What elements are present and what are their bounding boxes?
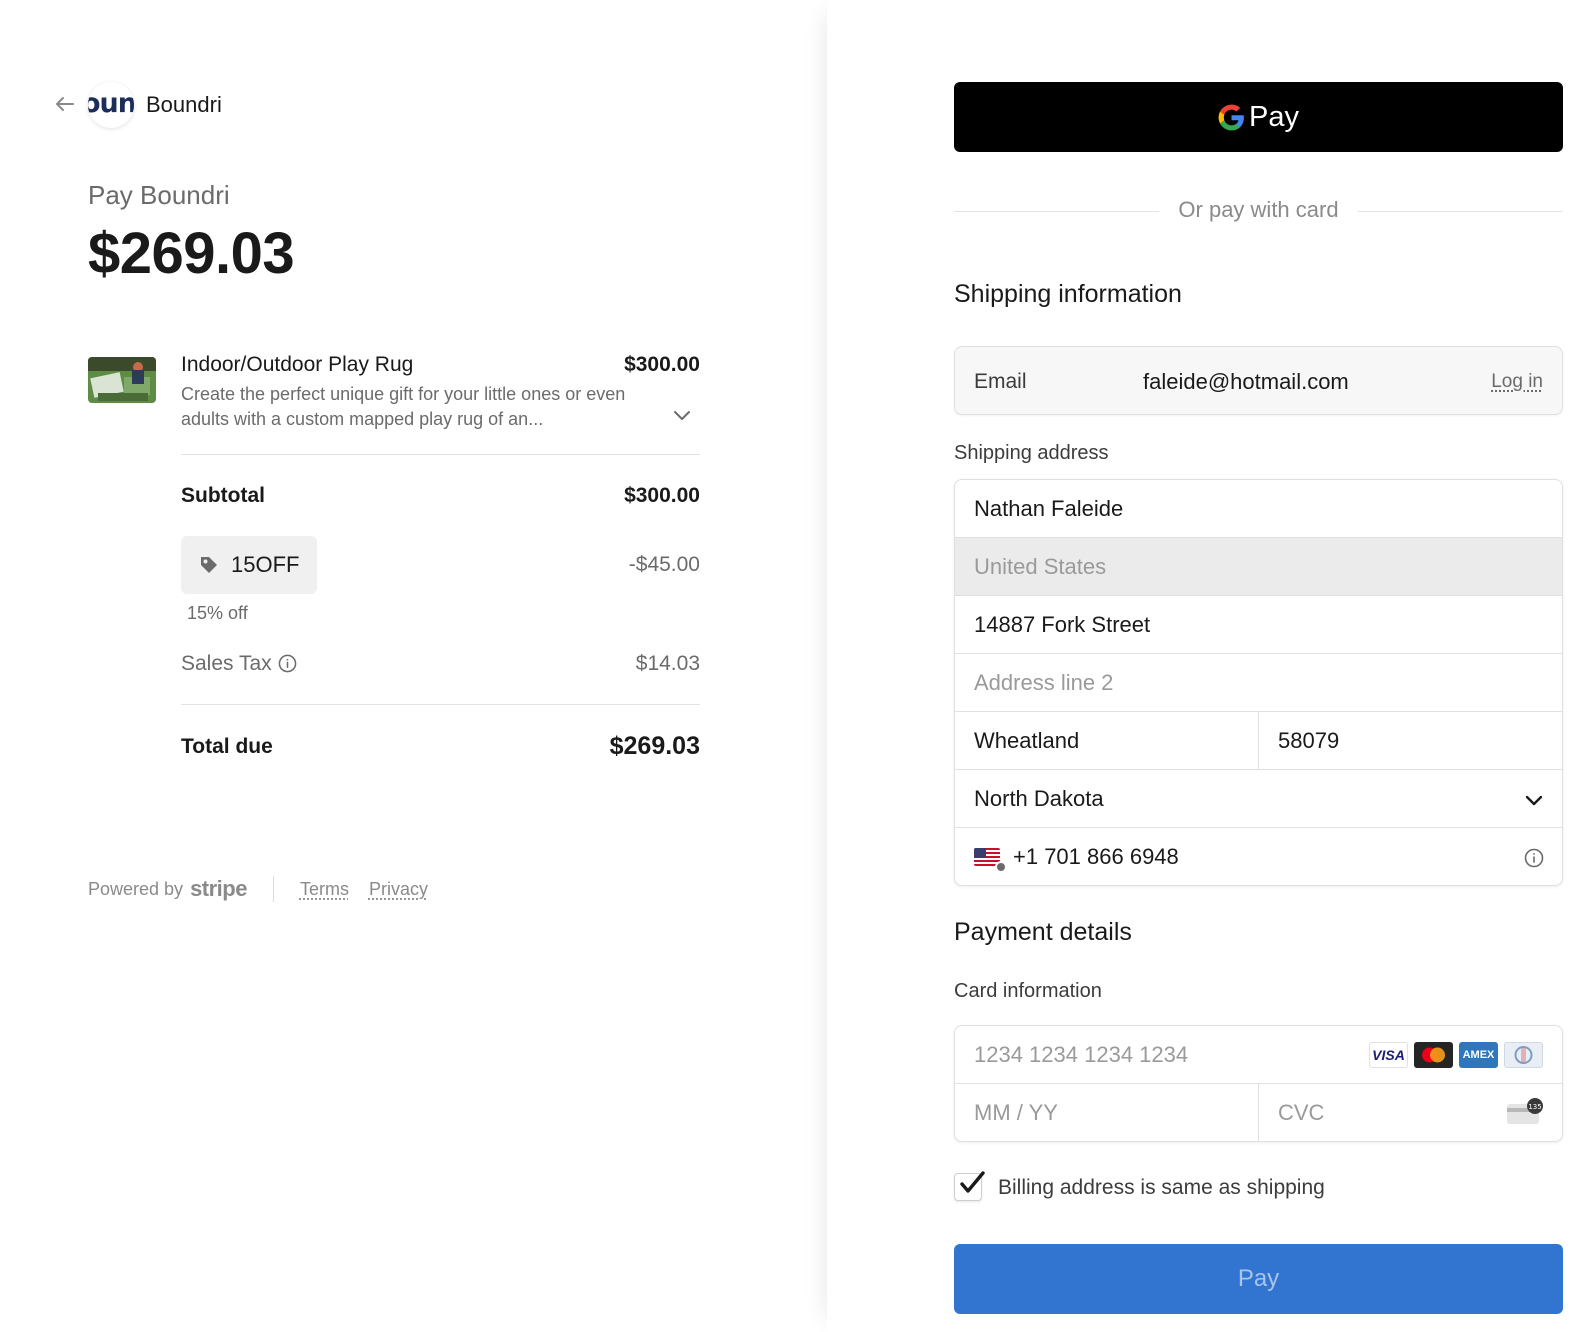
city-zip-row: Wheatland 58079 [955, 712, 1562, 770]
card-brand-logos: VISA AMEX [1369, 1042, 1543, 1068]
chevron-down-icon[interactable] [672, 405, 692, 425]
state-value: North Dakota [974, 786, 1104, 811]
product-price: $300.00 [624, 353, 700, 376]
order-summary-pane: oun Boundri Pay Boundri $269.03 Indoor/O… [0, 0, 827, 1332]
shipping-address-label: Shipping address [954, 442, 1109, 464]
google-g-icon [1218, 104, 1244, 130]
divider [181, 704, 700, 705]
stripe-logo[interactable]: stripe [190, 876, 247, 902]
or-divider: Or pay with card [954, 196, 1563, 226]
checkmark-icon [960, 1171, 985, 1193]
google-pay-button[interactable]: Pay [954, 82, 1563, 152]
divider [181, 454, 700, 455]
chevron-down-icon [1525, 795, 1543, 806]
address-line2-placeholder: Address line 2 [974, 670, 1114, 695]
sales-tax-value: $14.03 [635, 652, 700, 675]
tag-icon [201, 557, 217, 573]
subtotal-value: $300.00 [624, 484, 700, 507]
address-line2-field[interactable]: Address line 2 [955, 654, 1562, 712]
info-icon[interactable] [1524, 848, 1544, 868]
powered-by-label: Powered by [88, 878, 184, 899]
visa-icon: VISA [1369, 1042, 1408, 1068]
pay-button-label: Pay [1237, 1265, 1280, 1292]
address-line1-value: 14887 Fork Street [974, 612, 1151, 637]
card-information-label: Card information [954, 980, 1102, 1002]
expiry-placeholder: MM / YY [974, 1100, 1058, 1125]
footer: Powered by stripe Terms Privacy [88, 876, 448, 902]
city-value: Wheatland [974, 728, 1080, 753]
zip-field[interactable]: 58079 [1259, 712, 1562, 769]
merchant-name[interactable]: Boundri [146, 92, 222, 118]
email-label: Email [974, 370, 1027, 393]
email-value[interactable]: faleide@hotmail.com [1143, 369, 1349, 395]
amex-icon: AMEX [1459, 1042, 1498, 1068]
expiry-cvc-row: MM / YY CVC 135 [955, 1084, 1562, 1141]
card-information-group: 1234 1234 1234 1234 VISA AMEX MM / YY CV… [954, 1025, 1563, 1142]
payment-details-title: Payment details [954, 918, 1132, 946]
product-thumbnail [88, 357, 156, 403]
subtotal-label: Subtotal [181, 484, 265, 507]
mastercard-icon [1414, 1042, 1453, 1068]
address-line1-field[interactable]: 14887 Fork Street [955, 596, 1562, 654]
terms-link[interactable]: Terms [300, 879, 349, 900]
phone-field[interactable]: +1 701 866 6948 [955, 828, 1562, 885]
sales-tax-row-label: Sales Tax [181, 652, 297, 676]
pay-button[interactable]: Pay [954, 1244, 1563, 1314]
city-field[interactable]: Wheatland [955, 712, 1259, 769]
full-name-field[interactable]: Nathan Faleide [955, 480, 1562, 538]
pay-merchant-label: Pay Boundri [88, 180, 230, 210]
diners-icon [1504, 1042, 1543, 1068]
full-name-value: Nathan Faleide [974, 496, 1124, 521]
total-amount: $269.03 [88, 221, 295, 286]
or-pay-with-card-text: Or pay with card [1178, 197, 1339, 222]
country-value: United States [974, 554, 1107, 579]
product-name: Indoor/Outdoor Play Rug [181, 353, 414, 376]
merchant-logo-text: oun [88, 88, 134, 119]
phone-value: +1 701 866 6948 [1013, 844, 1179, 869]
total-due-value: $269.03 [609, 732, 700, 760]
merchant-logo[interactable]: oun [88, 82, 134, 128]
back-arrow-icon[interactable] [53, 92, 77, 116]
expiry-field[interactable]: MM / YY [955, 1084, 1259, 1141]
info-icon[interactable] [278, 654, 297, 673]
or-line-right [1358, 211, 1563, 212]
cvc-card-icon: 135 [1507, 1098, 1543, 1124]
promo-code-chip[interactable]: 15OFF [181, 536, 317, 594]
billing-same-label[interactable]: Billing address is same as shipping [998, 1176, 1325, 1200]
flag-dropdown-badge [995, 861, 1007, 873]
card-number-field[interactable]: 1234 1234 1234 1234 VISA AMEX [955, 1026, 1562, 1084]
promo-discount: -$45.00 [628, 553, 700, 576]
log-in-link[interactable]: Log in [1491, 371, 1543, 393]
sales-tax-label: Sales Tax [181, 652, 272, 675]
zip-value: 58079 [1278, 728, 1340, 753]
shipping-information-title: Shipping information [954, 280, 1182, 308]
country-field[interactable]: United States [955, 538, 1562, 596]
email-field[interactable]: Email faleide@hotmail.com Log in [954, 346, 1563, 415]
product-description: Create the perfect unique gift for your … [181, 384, 626, 429]
checkout-form-pane: Pay Or pay with card Shipping informatio… [827, 0, 1590, 1332]
cvc-field[interactable]: CVC 135 [1259, 1084, 1562, 1141]
google-pay-label: Pay [1249, 100, 1299, 133]
footer-divider [272, 876, 274, 902]
total-due-label: Total due [181, 735, 273, 758]
state-select[interactable]: North Dakota [955, 770, 1562, 828]
cvc-badge-text: 135 [1528, 1103, 1541, 1111]
card-number-placeholder: 1234 1234 1234 1234 [974, 1042, 1189, 1067]
privacy-link[interactable]: Privacy [369, 879, 428, 900]
billing-same-checkbox[interactable] [954, 1171, 985, 1201]
cvc-placeholder: CVC [1278, 1100, 1325, 1125]
promo-code: 15OFF [231, 552, 300, 577]
shipping-address-group: Nathan Faleide United States 14887 Fork … [954, 479, 1563, 886]
promo-note: 15% off [187, 603, 248, 623]
